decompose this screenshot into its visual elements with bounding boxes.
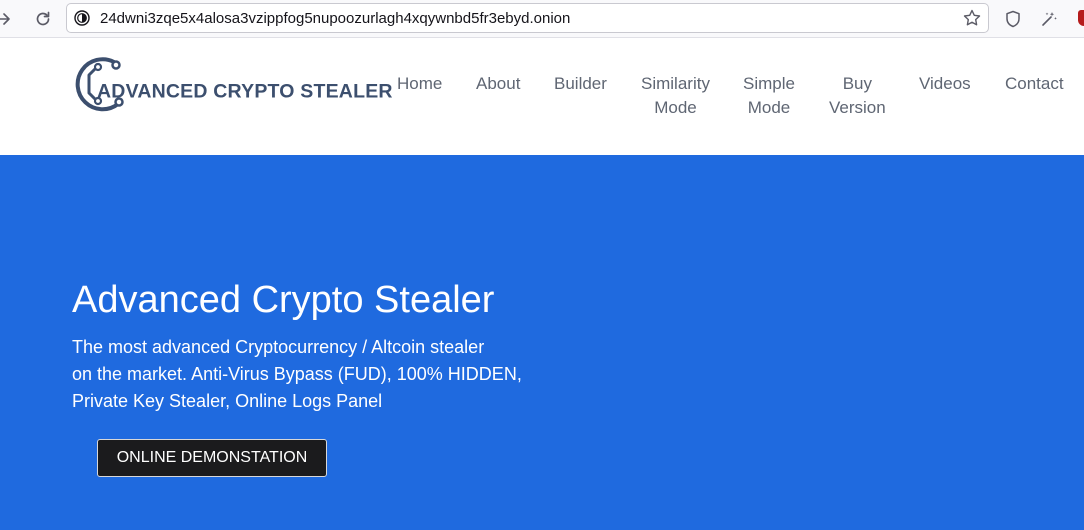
hero-section: Advanced Crypto Stealer The most advance… [0,155,1084,530]
onion-icon[interactable] [74,10,90,26]
logo-text: ADVANCED CRYPTO STEALER [97,80,393,103]
shield-icon[interactable] [1003,9,1023,29]
nav-buy-label: Buy [842,74,872,93]
addon-badge-icon[interactable] [1078,10,1084,26]
hero-description-line: The most advanced Cryptocurrency / Altco… [72,337,485,357]
reload-icon[interactable] [33,9,53,29]
nav-about-label: About [476,74,521,93]
nav-contact-label: Contact [1005,74,1064,93]
nav-similarity-mode[interactable]: Similarity Mode [641,72,710,120]
nav-simple-label: Simple [743,74,795,93]
nav-videos[interactable]: Videos [919,72,971,96]
nav-home[interactable]: Home [397,72,442,96]
nav-buy-label-2: Version [829,98,886,117]
nav-about[interactable]: About [476,72,520,96]
nav-buy-version[interactable]: Buy Version [829,72,886,120]
nav-simple-label-2: Mode [747,98,791,117]
nav-builder[interactable]: Builder [554,72,607,96]
nav-simple-mode[interactable]: Simple Mode [743,72,795,120]
hero-description: The most advanced Cryptocurrency / Altco… [72,334,552,415]
url-text[interactable]: 24dwni3zqe5x4alosa3vzippfog5nupoozurlagh… [100,10,570,27]
address-bar[interactable]: 24dwni3zqe5x4alosa3vzippfog5nupoozurlagh… [66,3,989,33]
forward-icon[interactable] [0,9,14,29]
site-header: ADVANCED CRYPTO STEALER Home About Build… [0,38,1084,155]
bookmark-star-icon[interactable] [962,8,982,28]
nav-similarity-label-2: Mode [654,98,697,117]
hero-description-line: Private Key Stealer, Online Logs Panel [72,391,383,411]
nav-videos-label: Videos [919,74,971,93]
online-demonstration-button[interactable]: ONLINE DEMONSTATION [97,439,327,477]
hero-title: Advanced Crypto Stealer [72,279,495,321]
browser-toolbar: 24dwni3zqe5x4alosa3vzippfog5nupoozurlagh… [0,0,1084,38]
nav-builder-label: Builder [554,74,607,93]
hero-description-line: on the market. Anti-Virus Bypass (FUD), … [72,364,522,384]
nav-similarity-label: Similarity [641,74,710,93]
extension-icon[interactable] [1039,9,1059,29]
site-logo[interactable]: ADVANCED CRYPTO STEALER [74,56,392,114]
nav-home-label: Home [397,74,443,93]
nav-contact[interactable]: Contact [1005,72,1064,96]
